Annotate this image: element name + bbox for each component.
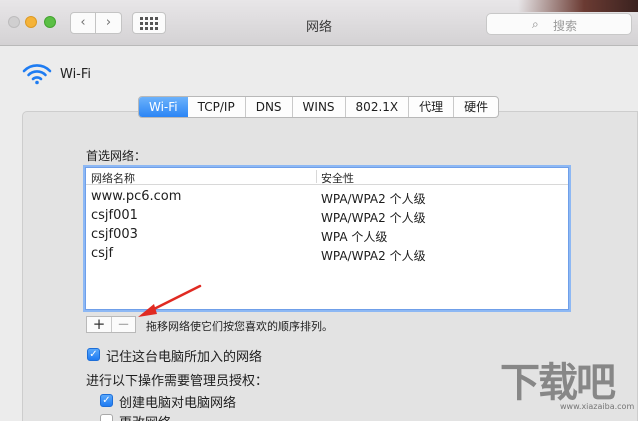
tab-wifi[interactable]: Wi-Fi <box>139 97 188 117</box>
table-row[interactable]: csjf003 WPA 个人级 <box>86 225 568 244</box>
add-network-button[interactable]: + <box>87 317 111 332</box>
search-input[interactable]: ⌕ 搜索 <box>486 13 632 35</box>
tab-bar: Wi-Fi TCP/IP DNS WINS 802.1X 代理 硬件 <box>138 96 500 118</box>
service-name: Wi-Fi <box>60 67 92 82</box>
network-name: www.pc6.com <box>91 189 182 204</box>
watermark-logo: 下载吧 www.xiazaiba.com <box>500 350 638 421</box>
tab-dns[interactable]: DNS <box>244 97 292 117</box>
tab-8021x[interactable]: 802.1X <box>344 97 409 117</box>
search-placeholder: 搜索 <box>553 19 578 33</box>
annotation-arrow-icon <box>138 284 202 317</box>
tab-wins[interactable]: WINS <box>291 97 345 117</box>
network-name: csjf001 <box>91 208 138 223</box>
network-name: csjf <box>91 246 114 261</box>
desktop-background <box>518 0 638 12</box>
column-header-name[interactable]: 网络名称 <box>91 170 135 186</box>
network-security: WPA/WPA2 个人级 <box>321 211 426 225</box>
network-name: csjf003 <box>91 227 138 242</box>
change-networks-checkbox[interactable] <box>100 414 113 421</box>
create-adhoc-checkbox[interactable]: ✓ <box>100 394 113 407</box>
preferred-networks-title: 首选网络： <box>86 149 147 163</box>
create-adhoc-label: 创建电脑对电脑网络 <box>119 396 237 411</box>
title-bar: ‹ › 网络 ⌕ 搜索 <box>0 0 638 46</box>
watermark-text: 下载吧 <box>500 360 616 406</box>
add-remove-bar: + − <box>86 316 136 333</box>
table-row[interactable]: csjf WPA/WPA2 个人级 <box>86 244 568 263</box>
network-security: WPA/WPA2 个人级 <box>321 249 426 263</box>
change-networks-label: 更改网络 <box>119 412 171 421</box>
tab-hardware[interactable]: 硬件 <box>453 97 498 117</box>
search-icon: ⌕ <box>532 17 539 31</box>
table-row[interactable]: www.pc6.com WPA/WPA2 个人级 <box>86 187 568 206</box>
tab-tcpip[interactable]: TCP/IP <box>188 97 245 117</box>
watermark-url: www.xiazaiba.com <box>560 402 635 411</box>
wifi-icon <box>22 64 52 85</box>
table-header: 网络名称 安全性 <box>86 168 568 185</box>
table-row[interactable]: csjf001 WPA/WPA2 个人级 <box>86 206 568 225</box>
column-header-security[interactable]: 安全性 <box>321 170 354 186</box>
network-security: WPA 个人级 <box>321 230 388 244</box>
column-divider <box>316 170 317 183</box>
remember-networks-label: 记住这台电脑所加入的网络 <box>106 350 263 365</box>
remember-networks-checkbox[interactable]: ✓ <box>87 348 100 361</box>
tab-proxy[interactable]: 代理 <box>408 97 453 117</box>
admin-auth-title: 进行以下操作需要管理员授权： <box>86 374 269 389</box>
network-security: WPA/WPA2 个人级 <box>321 192 426 206</box>
